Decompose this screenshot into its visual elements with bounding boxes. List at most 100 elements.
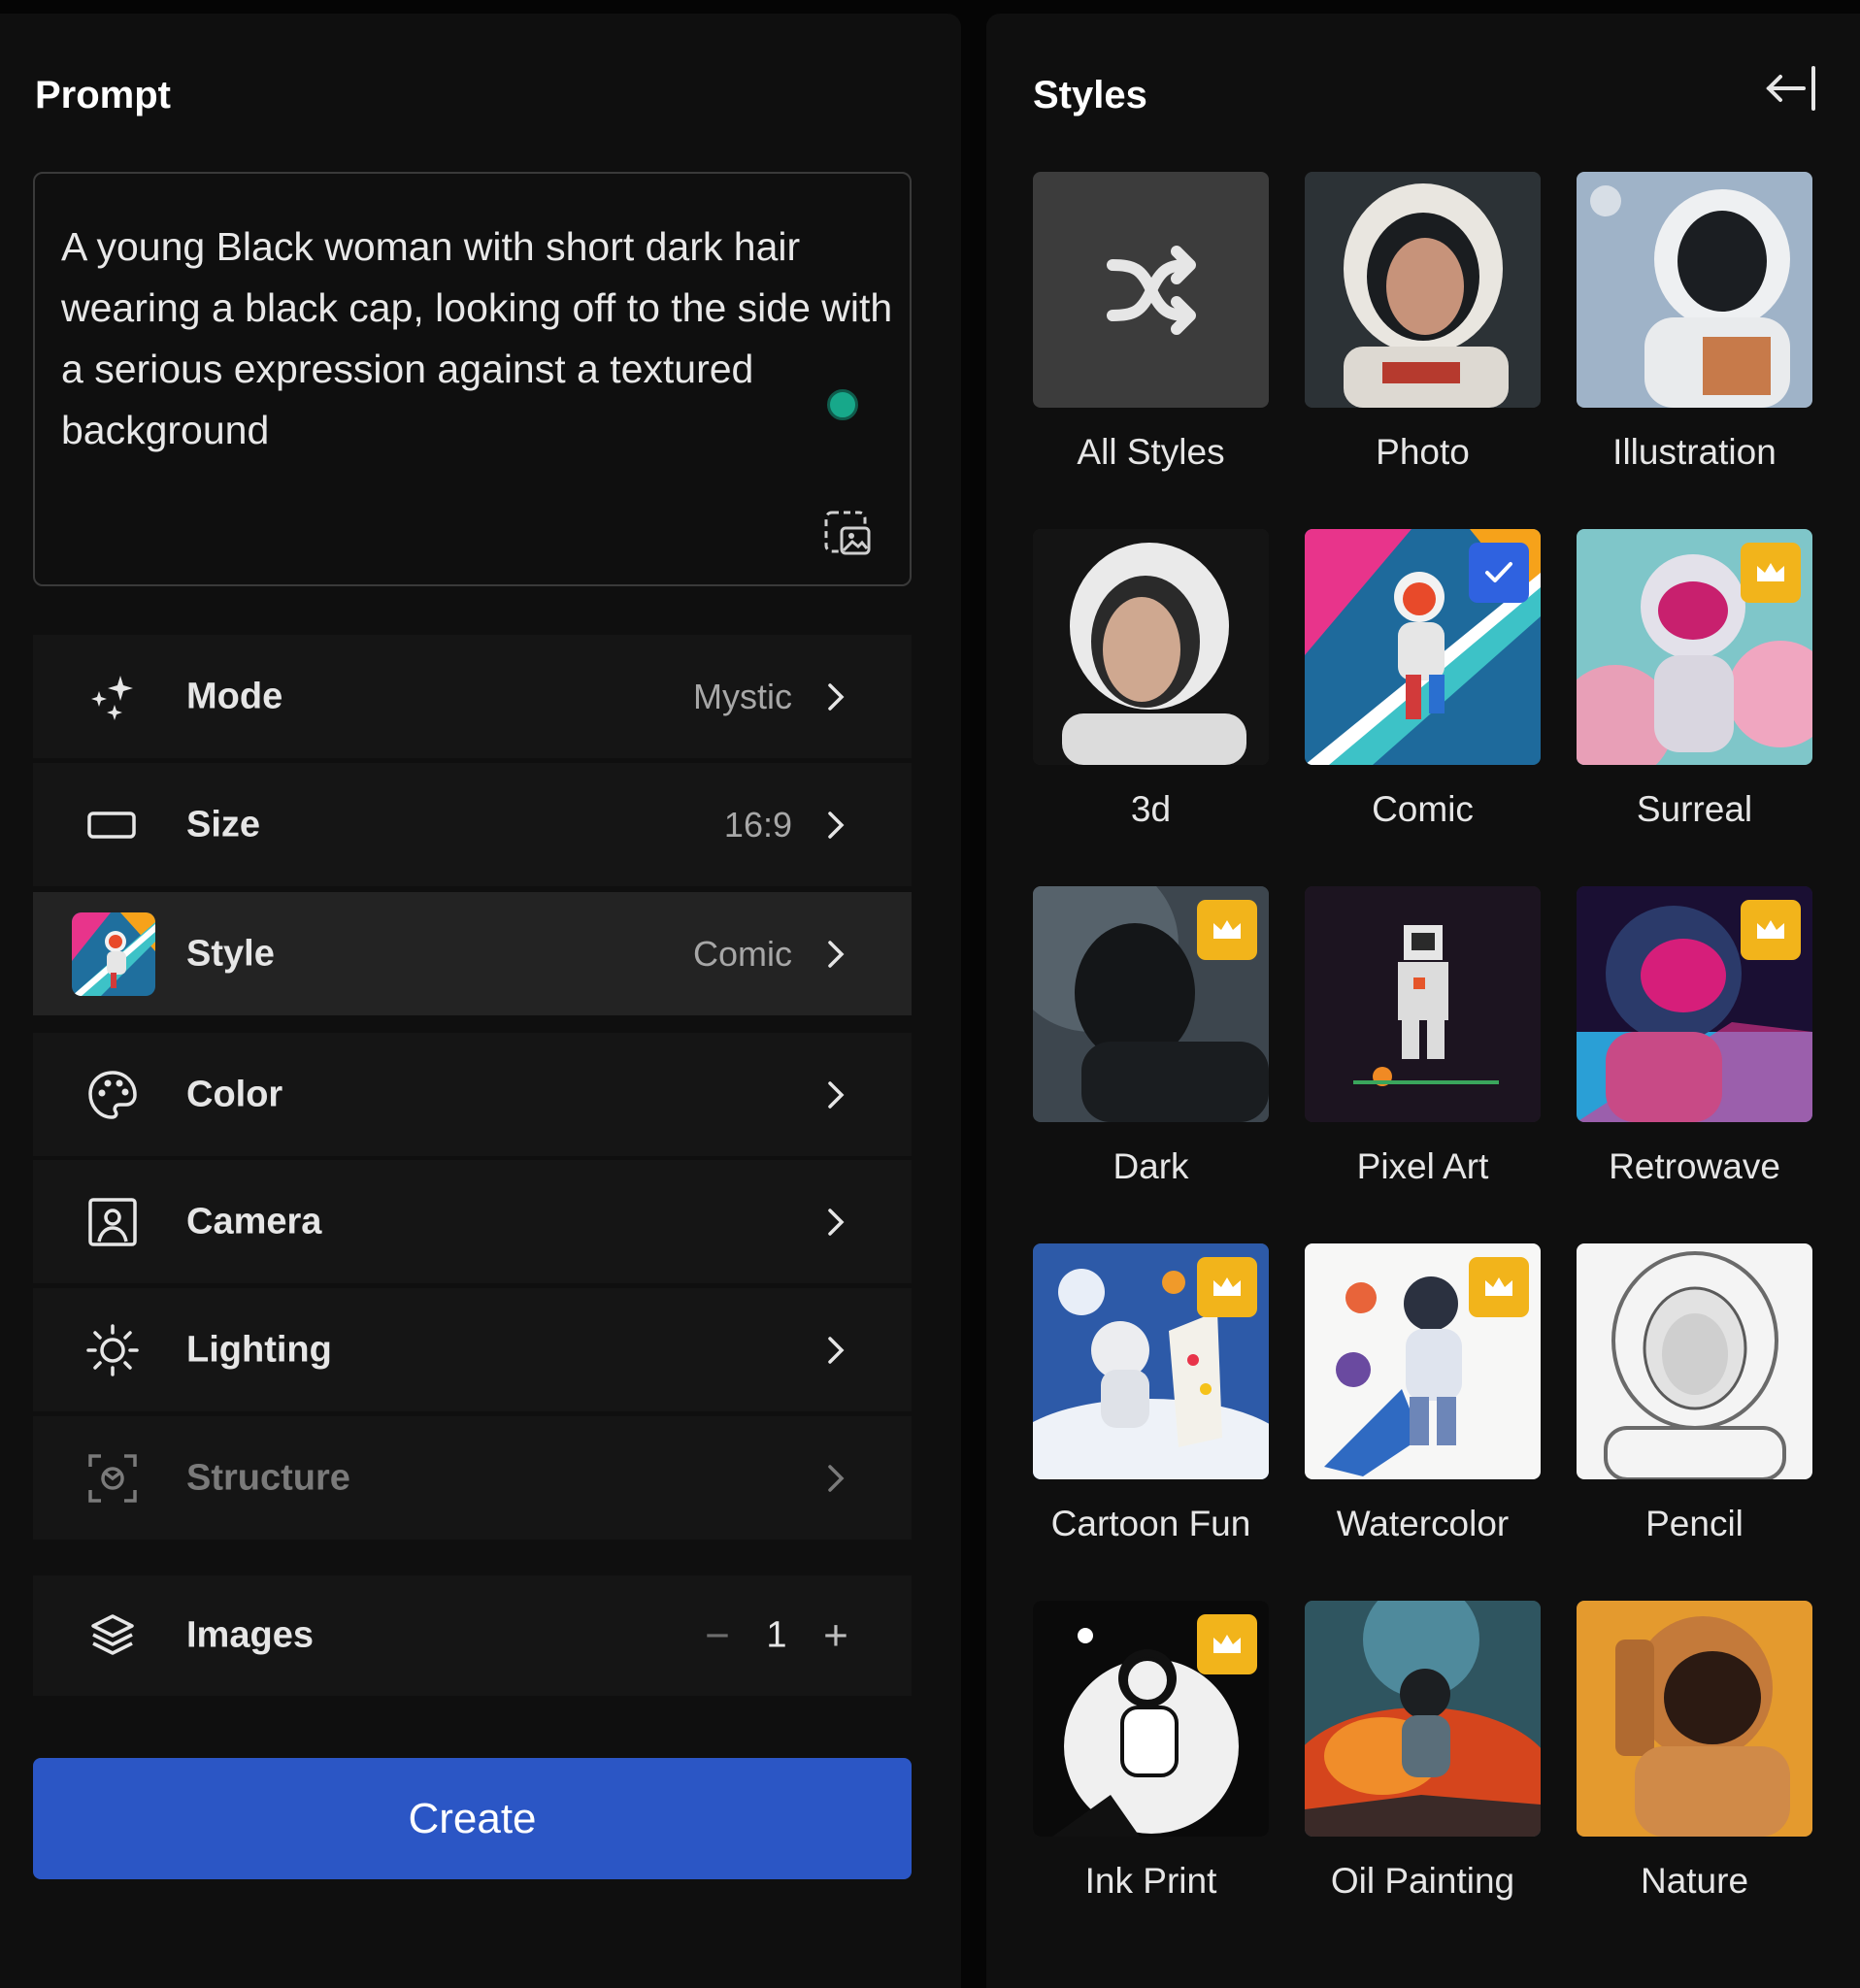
style-tile-cartoon-fun[interactable]: Cartoon Fun <box>1033 1243 1269 1543</box>
styles-panel: Styles All Styles Photo Illustration 3d … <box>986 14 1860 1988</box>
style-tile-all-styles[interactable]: All Styles <box>1033 172 1269 472</box>
chevron-right-icon <box>828 682 845 711</box>
premium-crown-icon <box>1197 900 1257 960</box>
style-tile-photo[interactable]: Photo <box>1305 172 1541 472</box>
premium-crown-icon <box>1741 900 1801 960</box>
option-label: Lighting <box>186 1329 332 1370</box>
top-bar <box>0 0 1860 14</box>
style-thumb[interactable] <box>1577 172 1812 408</box>
chevron-right-icon <box>828 940 845 968</box>
option-size[interactable]: Size 16:9 <box>33 763 912 886</box>
style-name: Pixel Art <box>1356 1146 1489 1186</box>
images-stepper: − 1 + <box>698 1611 855 1659</box>
style-name: All Styles <box>1077 432 1225 472</box>
style-tile-comic[interactable]: Comic <box>1305 529 1541 829</box>
style-thumb[interactable] <box>1577 529 1812 765</box>
option-value: Comic <box>692 933 792 974</box>
style-tile-pixel-art[interactable]: Pixel Art <box>1305 886 1541 1186</box>
layers-icon <box>91 1614 134 1655</box>
chevron-right-icon <box>828 1464 845 1492</box>
style-thumb[interactable] <box>1577 886 1812 1122</box>
option-label: Structure <box>186 1457 350 1498</box>
increment-button[interactable]: + <box>816 1611 855 1659</box>
style-name: Dark <box>1113 1146 1189 1186</box>
chevron-right-icon <box>828 1208 845 1236</box>
style-name: Ink Print <box>1084 1861 1217 1901</box>
style-name: Photo <box>1376 432 1470 472</box>
prompt-title: Prompt <box>35 74 171 116</box>
option-lighting[interactable]: Lighting <box>33 1288 912 1411</box>
style-thumb[interactable] <box>1577 1601 1812 1837</box>
images-count-row: Images − 1 + <box>33 1575 912 1696</box>
style-name: 3d <box>1130 789 1172 829</box>
sparkles-icon <box>85 670 140 724</box>
style-thumb[interactable] <box>1033 886 1269 1122</box>
option-label: Mode <box>186 676 283 716</box>
style-thumb[interactable] <box>1033 1601 1269 1837</box>
option-camera[interactable]: Camera <box>33 1160 912 1283</box>
structure-icon <box>85 1451 140 1506</box>
images-label: Images <box>186 1614 314 1656</box>
option-label: Style <box>186 933 275 974</box>
style-name: Nature <box>1640 1861 1749 1901</box>
style-tile-surreal[interactable]: Surreal <box>1577 529 1812 829</box>
style-thumb[interactable] <box>1305 1601 1541 1837</box>
style-tile-oil-painting[interactable]: Oil Painting <box>1305 1601 1541 1901</box>
style-tile-dark[interactable]: Dark <box>1033 886 1269 1186</box>
style-thumb[interactable] <box>1305 1243 1541 1479</box>
palette-icon <box>85 1068 140 1122</box>
collapse-panel-icon[interactable] <box>1763 64 1819 113</box>
style-thumb[interactable] <box>1305 886 1541 1122</box>
style-name: Comic <box>1372 789 1474 829</box>
image-reference-icon[interactable] <box>822 509 875 561</box>
style-tile-ink-print[interactable]: Ink Print <box>1033 1601 1269 1901</box>
style-tile-nature[interactable]: Nature <box>1577 1601 1812 1901</box>
chevron-right-icon <box>828 1336 845 1364</box>
style-thumb[interactable] <box>1577 1243 1812 1479</box>
decrement-button[interactable]: − <box>698 1611 737 1659</box>
chevron-right-icon <box>828 811 845 839</box>
option-structure[interactable]: Structure <box>33 1416 912 1540</box>
style-tile-illustration[interactable]: Illustration <box>1577 172 1812 472</box>
chevron-right-icon <box>828 1080 845 1109</box>
premium-crown-icon <box>1741 543 1801 603</box>
create-button[interactable]: Create <box>33 1758 912 1879</box>
grammar-dot-icon[interactable] <box>827 389 858 420</box>
aspect-ratio-icon <box>85 798 140 852</box>
style-tile-retrowave[interactable]: Retrowave <box>1577 886 1812 1186</box>
option-color[interactable]: Color <box>33 1033 912 1156</box>
style-tile-pencil[interactable]: Pencil <box>1577 1243 1812 1543</box>
option-label: Size <box>186 804 261 845</box>
style-thumb[interactable] <box>1033 172 1269 408</box>
portrait-icon <box>85 1195 140 1249</box>
style-name: Watercolor <box>1336 1504 1510 1543</box>
style-thumb[interactable] <box>1033 1243 1269 1479</box>
style-thumb[interactable] <box>1305 172 1541 408</box>
option-label: Color <box>186 1074 283 1114</box>
premium-crown-icon <box>1197 1614 1257 1674</box>
option-value: Mystic <box>693 676 792 716</box>
style-thumbnail <box>72 911 155 996</box>
style-tile-3d[interactable]: 3d <box>1033 529 1269 829</box>
prompt-panel: Prompt A young Black woman with short da… <box>0 14 961 1988</box>
style-tile-watercolor[interactable]: Watercolor <box>1305 1243 1541 1543</box>
option-label: Camera <box>186 1201 322 1242</box>
prompt-textarea[interactable]: A young Black woman with short dark hair… <box>33 172 912 586</box>
styles-title: Styles <box>1033 74 1147 116</box>
shuffle-icon <box>1107 246 1196 335</box>
prompt-text[interactable]: A young Black woman with short dark hair… <box>61 216 896 461</box>
style-name: Cartoon Fun <box>1050 1504 1251 1543</box>
option-mode[interactable]: Mode Mystic <box>33 635 912 758</box>
images-count: 1 <box>766 1614 787 1656</box>
premium-crown-icon <box>1469 1257 1529 1317</box>
style-thumb[interactable] <box>1305 529 1541 765</box>
sun-icon <box>85 1323 140 1377</box>
style-name: Retrowave <box>1609 1146 1780 1186</box>
option-value: 16:9 <box>723 804 792 845</box>
premium-crown-icon <box>1197 1257 1257 1317</box>
style-thumb[interactable] <box>1033 529 1269 765</box>
style-name: Surreal <box>1636 789 1753 829</box>
style-name: Illustration <box>1612 432 1777 472</box>
style-name: Pencil <box>1645 1504 1744 1543</box>
option-style[interactable]: Style Comic <box>33 892 912 1015</box>
